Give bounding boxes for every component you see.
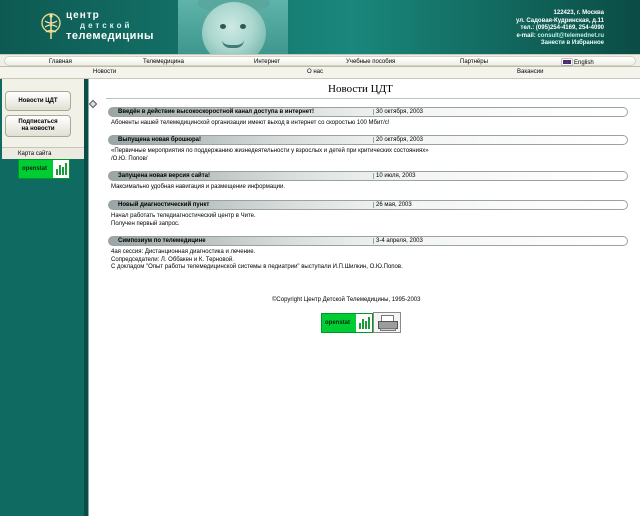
sidebar-tab-subscribe[interactable]: Подписаться на новости [5,115,71,137]
bullet-diamond-icon [88,99,98,109]
email-label: e-mail: [516,32,538,39]
news-text: Начал работать теледиагностический центр… [111,213,256,219]
logo-line-1: центр [66,10,100,21]
subnav-item-vacancies[interactable]: Вакансии [517,69,543,75]
news-item: Введён в действие высокоскоростной канал… [108,107,628,128]
news-item: Новый диагностический пункт 26 мая, 2003… [108,200,628,228]
news-text: Сопредседатели: Л. Оббакен и К. Терновой… [111,256,234,263]
stats-chart-icon [53,160,69,178]
address-line-2: ул. Садовая-Кудринская, д.11 [515,17,604,24]
openstat-label: openstat [325,320,351,326]
news-body: Абоненты нашей телемедицинской организац… [108,117,628,128]
address-line-1: 122423, г. Москва [553,10,604,16]
news-date: 26 мая, 2003 [373,202,412,208]
uk-flag-icon [562,59,572,65]
openstat-counter-footer[interactable]: openstat [321,313,373,333]
news-text: Абоненты нашей телемедицинской организац… [111,120,390,126]
news-item: Выпущена новая брошюра! 20 октября, 2003… [108,135,628,163]
news-text: Получен первый запрос. [111,220,180,227]
subscribe-label-line-1: Подписаться [18,119,58,125]
secondary-navigation: Новости О нас Вакансии [0,67,640,79]
email-link[interactable]: consult@telemednet.ru [537,33,604,39]
subnav-item-about[interactable]: О нас [307,69,323,75]
subnav-item-news[interactable]: Новости [93,69,116,75]
top-navigation: Главная Телемедицина Интернет Учебные по… [0,54,640,67]
news-title[interactable]: Запущена новая версия сайта! [118,173,210,179]
copyright-notice: ©Copyright Центр Детской Телемедицины, 1… [272,297,421,303]
logo-line-3: телемедицины [66,30,154,42]
news-body: Начал работать теледиагностический центр… [108,210,628,228]
news-title[interactable]: Введён в действие высокоскоростной канал… [118,109,314,115]
news-item: Симпозиум по телемедицине 3-4 апреля, 20… [108,236,628,272]
news-date: 30 октября, 2003 [373,109,423,115]
news-body: «Первичные мероприятия по поддержанию жи… [108,145,628,163]
news-text: 4ая сессия: Дистанционная диагностика и … [111,249,256,255]
news-title[interactable]: Симпозиум по телемедицине [118,238,206,244]
news-title[interactable]: Выпущена новая брошюра! [118,137,201,143]
add-to-favorites-link[interactable]: Занести в Избранное [516,40,604,48]
sitemap-link[interactable]: Карта сайта [2,147,84,159]
nav-item-internet[interactable]: Интернет [254,59,280,65]
news-text: Максимально удобная навигация и размещен… [111,184,286,190]
subscribe-label-line-2: на новости [21,126,55,132]
left-sidebar: Новости ЦДТ Подписаться на новости Карта… [0,79,88,516]
nav-item-home[interactable]: Главная [49,59,72,65]
news-date: 10 июля, 2003 [373,173,416,179]
news-header: Симпозиум по телемедицине 3-4 апреля, 20… [108,236,628,246]
print-icon[interactable] [373,312,401,333]
openstat-counter[interactable]: openstat [18,159,70,179]
news-title[interactable]: Новый диагностический пункт [118,202,209,208]
contact-info: 122423, г. Москва ул. Садовая-Кудринская… [516,10,604,48]
openstat-label: openstat [22,166,48,172]
caduceus-icon [41,13,61,39]
site-header: центр детской телемедицины 122423, г. Мо… [0,0,640,54]
site-logo[interactable]: центр детской телемедицины [40,10,180,46]
phone-numbers: тел.: (095)254-4169, 254-4090 [520,25,604,31]
news-body: Максимально удобная навигация и размещен… [108,181,628,192]
news-header: Введён в действие высокоскоростной канал… [108,107,628,117]
news-date: 3-4 апреля, 2003 [373,238,423,244]
nav-item-partners[interactable]: Партнёры [460,59,488,65]
sidebar-tab-news[interactable]: Новости ЦДТ [5,91,71,111]
news-item: Запущена новая версия сайта! 10 июля, 20… [108,171,628,192]
main-content: Новости ЦДТ Введён в действие высокоскор… [88,79,640,516]
stats-chart-icon [356,314,372,332]
nav-item-telemedicine[interactable]: Телемедицина [143,59,184,65]
news-date: 20 октября, 2003 [373,137,423,143]
news-text: «Первичные мероприятия по поддержанию жи… [111,148,429,154]
news-header: Новый диагностический пункт 26 мая, 2003 [108,200,628,210]
news-body: 4ая сессия: Дистанционная диагностика и … [108,246,628,272]
nav-item-english[interactable]: English [562,59,594,66]
news-text: /О.Ю. Попов/ [111,155,148,162]
page-title: Новости ЦДТ [328,83,393,95]
child-photo [178,0,288,54]
news-header: Выпущена новая брошюра! 20 октября, 2003 [108,135,628,145]
logo-line-2: детской [80,21,133,30]
nav-item-tutorials[interactable]: Учебные пособия [346,59,395,65]
nav-item-english-label: English [574,60,594,66]
news-header: Запущена новая версия сайта! 10 июля, 20… [108,171,628,181]
news-text: С докладом "Опыт работы телемедицинской … [111,264,403,270]
sidebar-tabs: Новости ЦДТ Подписаться на новости [2,79,84,147]
